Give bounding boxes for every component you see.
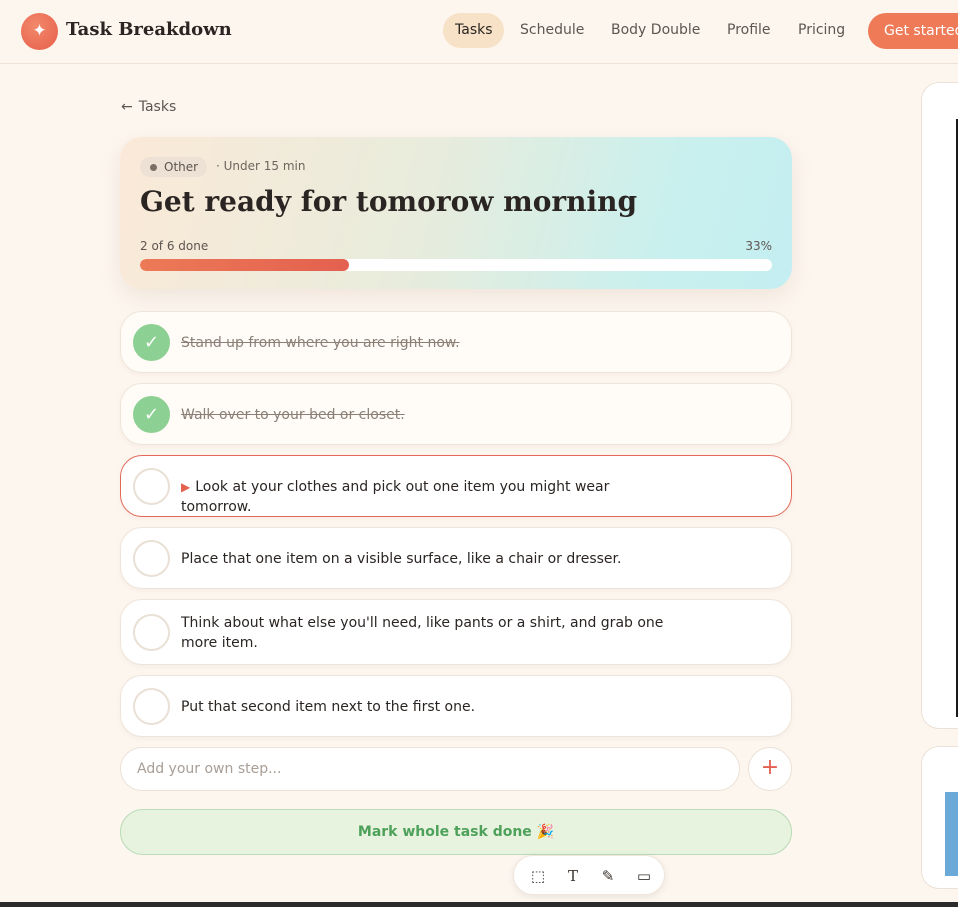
- progress-percent: 33%: [745, 239, 772, 253]
- nav-tasks[interactable]: Tasks: [443, 13, 504, 48]
- nav-body-double[interactable]: Body Double: [599, 13, 712, 48]
- side-panel-secondary: [921, 746, 958, 889]
- nav-profile[interactable]: Profile: [715, 13, 783, 48]
- step-text: Look at your clothes and pick out one it…: [181, 479, 610, 515]
- step-item: ✓ Walk over to your bed or closet.: [120, 383, 792, 445]
- checkbox-circle-icon[interactable]: [133, 614, 170, 651]
- checkmark-icon[interactable]: ✓: [133, 396, 170, 433]
- checkbox-circle-icon[interactable]: [133, 688, 170, 725]
- nav-schedule[interactable]: Schedule: [508, 13, 596, 48]
- top-nav: ✦ Task Breakdown Tasks Schedule Body Dou…: [0, 0, 958, 64]
- pen-icon[interactable]: ✎: [597, 865, 619, 887]
- step-text-wrap: ▶ Look at your clothes and pick out one i…: [181, 477, 681, 517]
- step-text: Walk over to your bed or closet.: [181, 407, 405, 423]
- category-label: Other: [164, 160, 199, 174]
- dot-icon: [150, 164, 157, 171]
- step-text: Place that one item on a visible surface…: [181, 551, 622, 567]
- add-step-input[interactable]: [120, 747, 740, 791]
- window-bottom-edge: [0, 902, 958, 907]
- step-item: Place that one item on a visible surface…: [120, 527, 792, 589]
- step-text: Put that second item next to the first o…: [181, 699, 476, 715]
- progress-bar: [140, 259, 772, 271]
- step-text: Stand up from where you are right now.: [181, 335, 460, 351]
- step-item: Think about what else you'll need, like …: [120, 599, 792, 665]
- side-panel: [921, 82, 958, 729]
- play-icon: ▶: [181, 480, 191, 494]
- brand-name[interactable]: Task Breakdown: [66, 19, 232, 40]
- arrow-left-icon: ←: [121, 99, 133, 115]
- checkbox-circle-icon[interactable]: [133, 468, 170, 505]
- back-link-label: Tasks: [138, 99, 177, 115]
- nav-pricing[interactable]: Pricing: [786, 13, 857, 48]
- floating-toolbar: ⬚ T ✎ ▭: [513, 855, 665, 895]
- back-link[interactable]: ← Tasks: [121, 99, 176, 115]
- sparkle-icon[interactable]: ✦: [21, 13, 58, 50]
- progress-fill: [140, 259, 349, 271]
- task-header-card: Other · Under 15 min Get ready for tomor…: [120, 137, 792, 289]
- duration-label: · Under 15 min: [216, 159, 306, 173]
- comment-icon[interactable]: ▭: [633, 865, 655, 887]
- step-item: Put that second item next to the first o…: [120, 675, 792, 737]
- category-badge: Other: [140, 157, 208, 177]
- page-title: Get ready for tomorow morning: [140, 185, 638, 218]
- select-icon[interactable]: ⬚: [527, 865, 549, 887]
- step-item: ✓ Stand up from where you are right now.: [120, 311, 792, 373]
- step-text: Think about what else you'll need, like …: [181, 615, 664, 651]
- progress-label: 2 of 6 done: [140, 239, 209, 253]
- checkmark-icon[interactable]: ✓: [133, 324, 170, 361]
- add-step-button[interactable]: +: [748, 747, 792, 791]
- mark-task-done-button[interactable]: Mark whole task done 🎉: [120, 809, 792, 855]
- side-panel-image: [945, 792, 958, 876]
- text-icon[interactable]: T: [562, 865, 584, 887]
- step-item-current: ▶ Look at your clothes and pick out one i…: [120, 455, 792, 517]
- checkbox-circle-icon[interactable]: [133, 540, 170, 577]
- get-started-button[interactable]: Get started: [868, 13, 958, 49]
